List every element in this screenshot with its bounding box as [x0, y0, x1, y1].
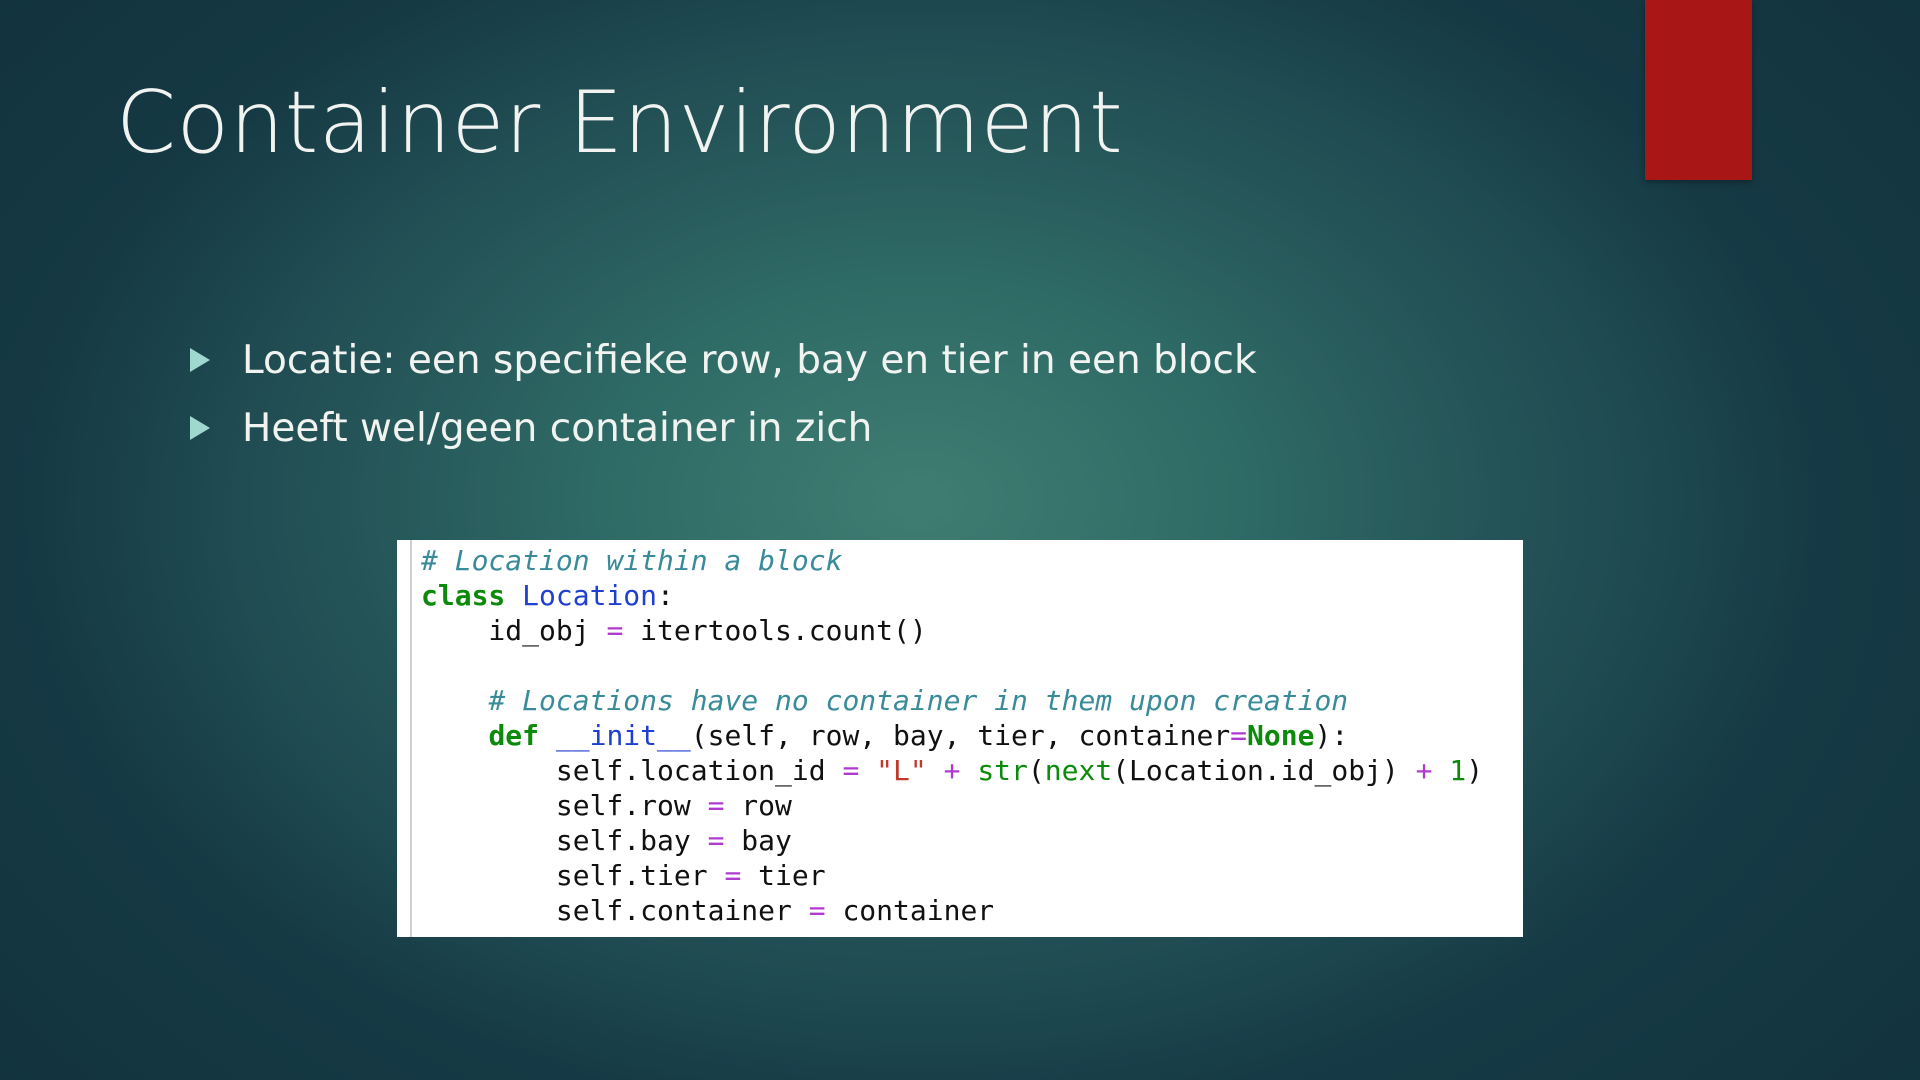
- bullet-text: Locatie: een specifieke row, bay en tier…: [242, 337, 1257, 383]
- code-line: self.bay = bay: [421, 823, 1483, 858]
- code-token: ):: [1314, 719, 1349, 752]
- code-token: tier: [741, 859, 826, 892]
- code-token: None: [1247, 719, 1315, 752]
- code-token: (: [1027, 754, 1045, 787]
- code-line: self.location_id = "L" + str(next(Locati…: [421, 753, 1483, 788]
- code-token: itertools.count(): [623, 614, 927, 647]
- code-token: str: [977, 754, 1028, 787]
- code-line: # Locations have no container in them up…: [421, 683, 1483, 718]
- bullet-text: Heeft wel/geen container in zich: [242, 405, 873, 451]
- code-token: id_obj: [421, 614, 607, 647]
- code-token: row: [724, 789, 792, 822]
- code-token: =: [808, 894, 826, 927]
- code-line: self.tier = tier: [421, 858, 1483, 893]
- slide-title: Container Environment: [116, 73, 1124, 173]
- code-token: self.container: [421, 894, 809, 927]
- code-token: def: [488, 719, 540, 752]
- code-token: container: [825, 894, 995, 927]
- code-token: self.location_id: [421, 754, 843, 787]
- code-token: :: [657, 579, 674, 612]
- code-line: # Location within a block: [421, 543, 1483, 578]
- code-token: # Locations have no container in them up…: [488, 684, 1349, 717]
- code-token: =: [724, 859, 742, 892]
- code-token: __init__: [555, 719, 691, 752]
- code-token: self.tier: [421, 859, 725, 892]
- code-token: "L": [876, 754, 927, 787]
- triangle-bullet-icon: [190, 348, 210, 372]
- code-token: 1: [1449, 754, 1467, 787]
- bullet-list: Locatie: een specifieke row, bay en tier…: [190, 326, 1257, 462]
- code-token: self.bay: [421, 824, 708, 857]
- bullet-item: Heeft wel/geen container in zich: [190, 394, 1257, 462]
- code-token: # Location within a block: [421, 544, 843, 577]
- code-token: next: [1044, 754, 1113, 787]
- code-token: +: [1415, 754, 1433, 787]
- code-token: class: [421, 579, 506, 612]
- code-token: +: [943, 754, 961, 787]
- code-token: (self, row, bay, tier, container: [690, 719, 1231, 752]
- code-token: =: [842, 754, 860, 787]
- code-line: self.container = container: [421, 893, 1483, 928]
- code-line: self.row = row: [421, 788, 1483, 823]
- code-token: bay: [724, 824, 792, 857]
- code-gutter: [410, 540, 412, 937]
- triangle-bullet-icon: [190, 416, 210, 440]
- code-line: [421, 648, 1483, 683]
- code-token: (Location.id_obj): [1112, 754, 1416, 787]
- code-token: =: [606, 614, 624, 647]
- code-lines: # Location within a block class Location:…: [421, 543, 1483, 928]
- accent-bar: [1645, 0, 1752, 180]
- code-token: Location: [522, 579, 658, 612]
- bullet-item: Locatie: een specifieke row, bay en tier…: [190, 326, 1257, 394]
- code-token: =: [707, 789, 725, 822]
- code-line: def __init__(self, row, bay, tier, conta…: [421, 718, 1483, 753]
- code-line: class Location:: [421, 578, 1483, 613]
- code-token: =: [1230, 719, 1248, 752]
- code-token: self.row: [421, 789, 708, 822]
- code-token: ): [1466, 754, 1484, 787]
- code-line: id_obj = itertools.count(): [421, 613, 1483, 648]
- code-token: =: [707, 824, 725, 857]
- code-screenshot: # Location within a block class Location:…: [397, 540, 1523, 937]
